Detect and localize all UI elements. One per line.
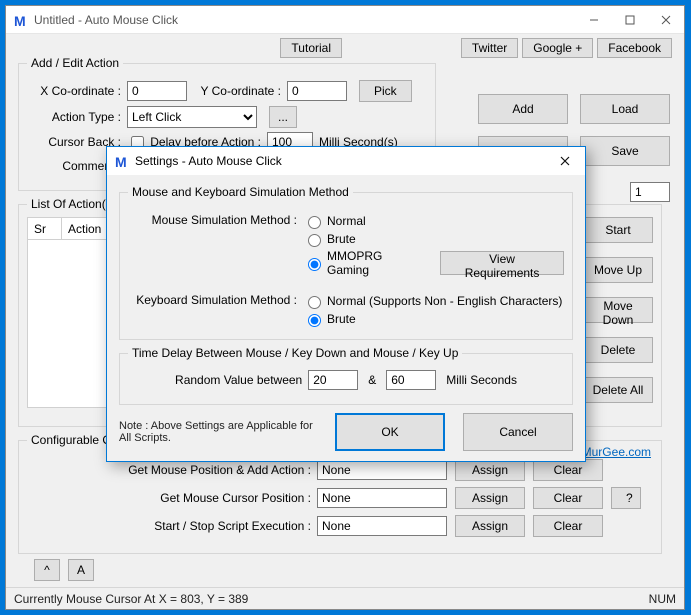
random-max-input[interactable] bbox=[386, 370, 436, 390]
modal-overlay: M Settings - Auto Mouse Click Mouse and … bbox=[6, 6, 684, 609]
main-window: M Untitled - Auto Mouse Click Tutorial T… bbox=[5, 5, 685, 610]
simulation-method-group: Mouse and Keyboard Simulation Method Mou… bbox=[119, 185, 573, 340]
kbd-brute-radio[interactable] bbox=[308, 314, 321, 327]
mouse-mmo-label: MMOPRG Gaming bbox=[327, 249, 418, 277]
kbd-normal-radio[interactable] bbox=[308, 296, 321, 309]
time-delay-legend: Time Delay Between Mouse / Key Down and … bbox=[128, 346, 462, 360]
random-min-input[interactable] bbox=[308, 370, 358, 390]
mouse-method-label: Mouse Simulation Method : bbox=[128, 211, 303, 227]
mouse-normal-label: Normal bbox=[327, 214, 366, 228]
settings-note: Note : Above Settings are Applicable for… bbox=[119, 420, 317, 444]
mouse-normal-radio[interactable] bbox=[308, 216, 321, 229]
random-value-label: Random Value between bbox=[175, 373, 308, 387]
simulation-method-legend: Mouse and Keyboard Simulation Method bbox=[128, 185, 353, 199]
settings-dialog: M Settings - Auto Mouse Click Mouse and … bbox=[106, 146, 586, 462]
time-delay-group: Time Delay Between Mouse / Key Down and … bbox=[119, 346, 573, 405]
mouse-brute-radio[interactable] bbox=[308, 234, 321, 247]
mouse-mmo-radio[interactable] bbox=[308, 258, 321, 271]
settings-title-bar[interactable]: M Settings - Auto Mouse Click bbox=[107, 147, 585, 175]
view-requirements-button[interactable]: View Requirements bbox=[440, 251, 564, 275]
cancel-button[interactable]: Cancel bbox=[463, 413, 573, 451]
ampersand-label: & bbox=[368, 373, 376, 387]
kbd-method-label: Keyboard Simulation Method : bbox=[128, 291, 303, 307]
settings-title: Settings - Auto Mouse Click bbox=[135, 154, 545, 168]
settings-app-icon: M bbox=[115, 154, 129, 168]
kbd-brute-label: Brute bbox=[327, 312, 356, 326]
kbd-normal-label: Normal (Supports Non - English Character… bbox=[327, 294, 562, 308]
ok-button[interactable]: OK bbox=[335, 413, 445, 451]
milliseconds-label: Milli Seconds bbox=[446, 373, 517, 387]
mouse-brute-label: Brute bbox=[327, 232, 356, 246]
settings-close-button[interactable] bbox=[545, 148, 585, 174]
